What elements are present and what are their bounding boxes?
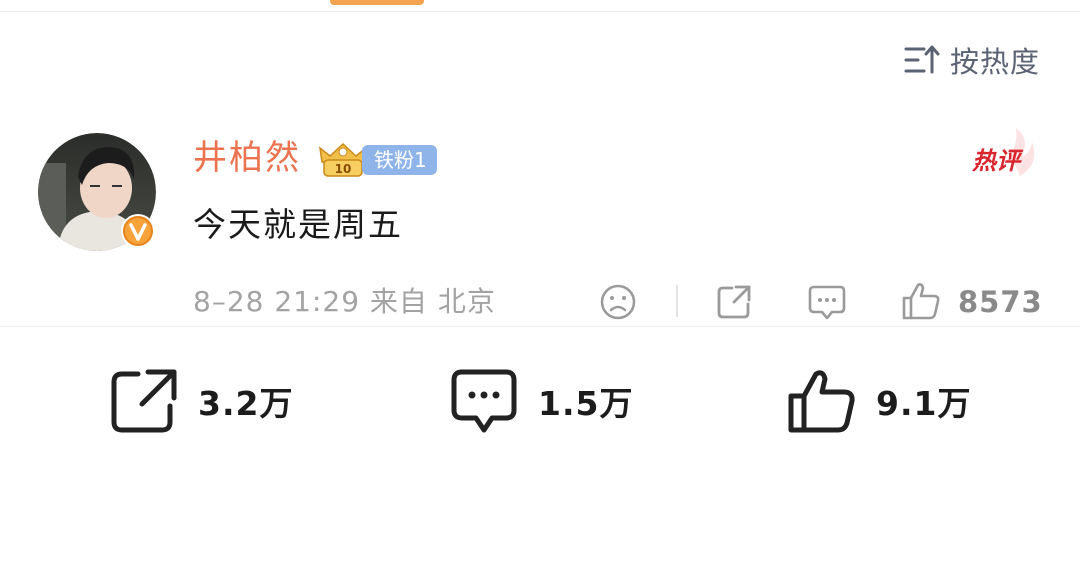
comment-small-icon[interactable] (806, 282, 848, 324)
share-small-icon[interactable] (714, 282, 754, 322)
hot-comment-tag: 热评 (970, 128, 1042, 178)
verified-v-icon (121, 214, 155, 248)
thumbs-up-icon (788, 370, 855, 433)
active-tab-indicator (330, 0, 424, 5)
crown-level-text: 10 (335, 162, 352, 176)
share-count: 3.2万 (198, 384, 294, 423)
comment-icon (451, 369, 517, 433)
sort-by-heat-button[interactable]: 按热度 (904, 42, 1040, 79)
sort-label: 按热度 (949, 45, 1040, 79)
top-divider (0, 11, 1080, 12)
share-button[interactable]: 3.2万 (108, 366, 293, 436)
comment-count: 1.5万 (538, 384, 634, 423)
username[interactable]: 井柏然 (193, 136, 301, 180)
iron-fan-badge[interactable]: 10 铁粉1 (316, 140, 437, 180)
comment-button[interactable]: 1.5万 (448, 366, 633, 436)
fan-badge-label: 铁粉1 (362, 145, 437, 175)
like-count: 9.1万 (876, 384, 972, 423)
sort-icon (904, 44, 940, 76)
avatar[interactable] (38, 133, 156, 251)
like-button[interactable]: 9.1万 (786, 366, 971, 436)
share-icon (111, 369, 177, 433)
meta-separator (676, 285, 678, 317)
comment-like-count: 8573 (958, 285, 1043, 319)
hot-tag-text: 热评 (972, 147, 1020, 175)
thumbs-up-small-icon[interactable] (900, 280, 942, 322)
section-divider (0, 326, 1080, 327)
comment-text: 今天就是周五 (193, 205, 403, 244)
sad-face-icon[interactable] (598, 282, 638, 322)
comment-time-location: 8–28 21:29 来自 北京 (193, 285, 496, 318)
